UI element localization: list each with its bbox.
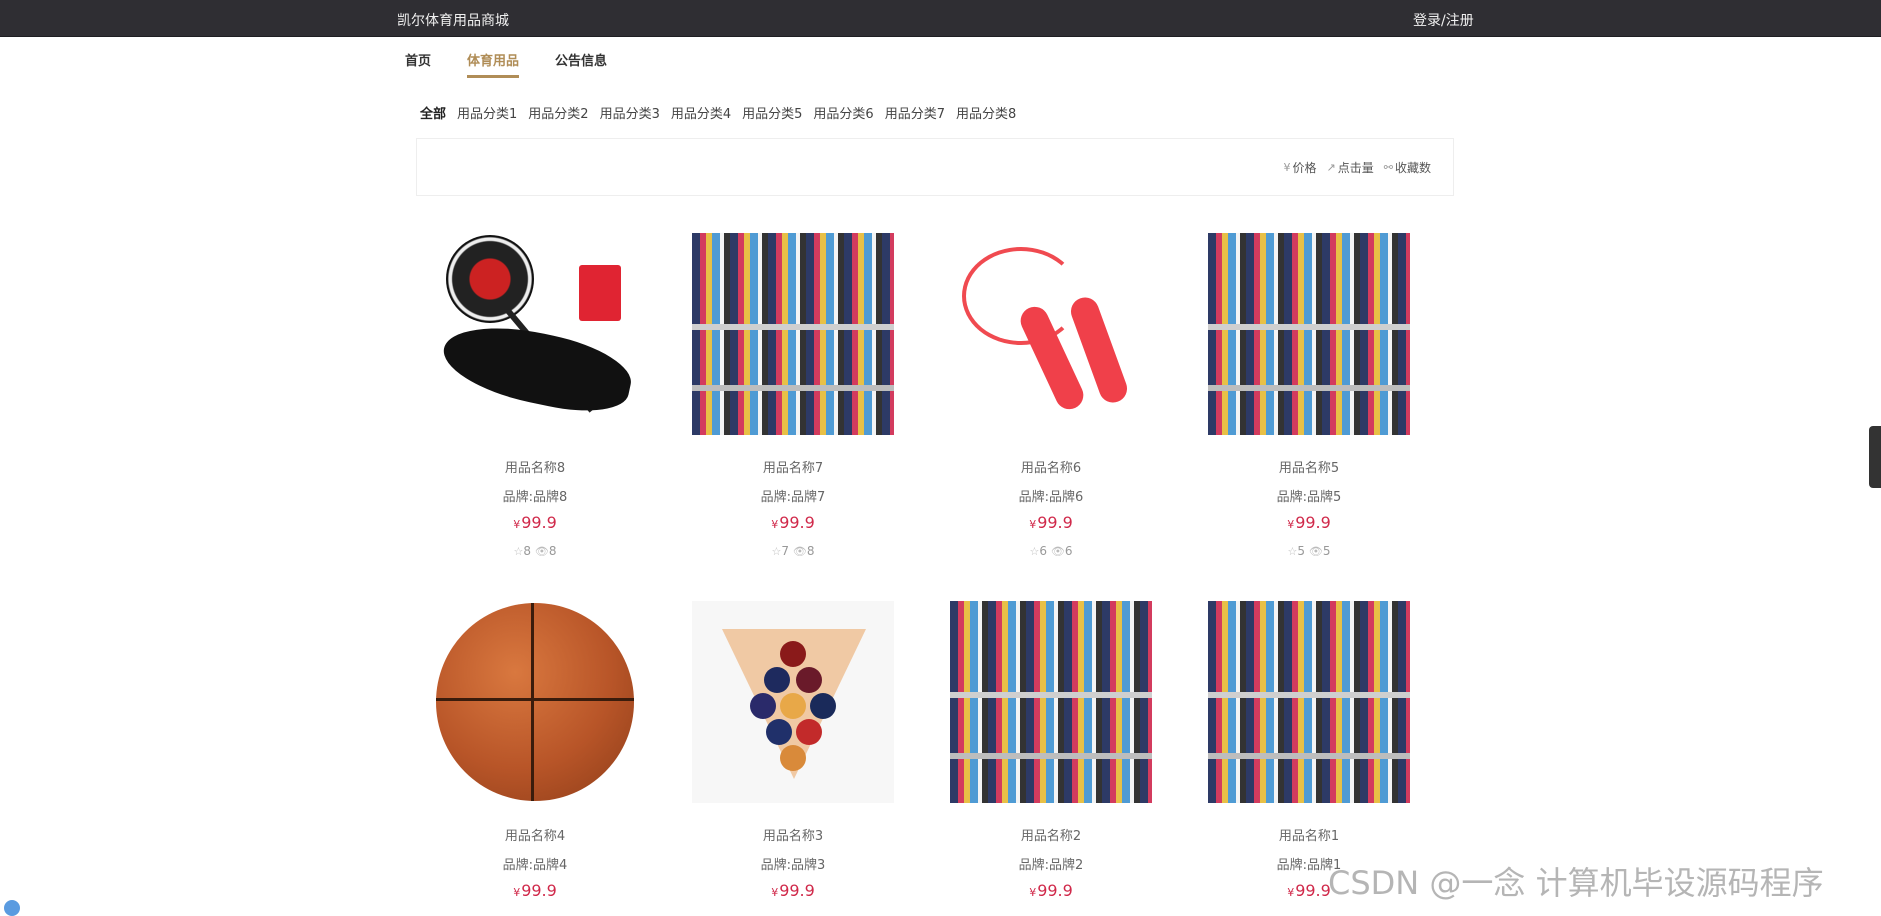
category-1[interactable]: 用品分类1 [457,103,517,122]
product-card[interactable]: 用品名称2 品牌:品牌2 ¥99.9 [946,601,1156,900]
product-card[interactable]: 用品名称7 品牌:品牌7 ¥99.9 ☆7 👁8 [688,233,898,558]
product-image-jump-rope[interactable] [950,233,1152,435]
product-price: ¥99.9 [1029,513,1073,532]
currency-symbol: ¥ [1287,886,1295,899]
login-register-link[interactable]: 登录/注册 [1413,10,1474,30]
nav-sports-goods[interactable]: 体育用品 [467,50,520,78]
category-4[interactable]: 用品分类4 [671,103,731,122]
currency-symbol: ¥ [771,886,779,899]
product-name[interactable]: 用品名称3 [688,825,898,844]
currency-symbol: ¥ [1029,886,1037,899]
product-card[interactable]: 用品名称1 品牌:品牌1 ¥99.9 [1204,601,1414,900]
product-brand: 品牌:品牌3 [760,858,826,873]
site-name[interactable]: 凯尔体育用品商城 [397,10,509,30]
product-card[interactable]: 用品名称3 品牌:品牌3 ¥99.9 [688,601,898,900]
sort-clicks[interactable]: ↗ 点击量 [1327,159,1374,176]
star-icon: ☆ [1029,545,1040,558]
product-stats: ☆5 👁5 [1287,544,1331,558]
product-name[interactable]: 用品名称8 [430,457,640,476]
product-brand: 品牌:品牌5 [1276,490,1342,505]
sort-clicks-label: 点击量 [1337,161,1374,175]
category-5[interactable]: 用品分类5 [742,103,802,122]
watermark-text: CSDN @一念 计算机毕设源码程序 [1328,864,1824,902]
product-image-shelf[interactable] [692,233,894,435]
category-3[interactable]: 用品分类3 [600,103,660,122]
product-price: ¥99.9 [1029,881,1073,900]
star-icon: ☆ [1287,545,1298,558]
eye-icon: 👁 [792,545,807,558]
main-nav: 首页 体育用品 公告信息 [405,50,643,78]
eye-icon: 👁 [1308,545,1323,558]
product-stats: ☆8 👁8 [513,544,557,558]
product-brand: 品牌:品牌6 [1018,490,1084,505]
category-all[interactable]: 全部 [420,103,446,122]
product-card[interactable]: 用品名称6 品牌:品牌6 ¥99.9 ☆6 👁6 [946,233,1156,558]
sort-favorites-label: 收藏数 [1394,161,1431,175]
product-card[interactable]: 用品名称4 品牌:品牌4 ¥99.9 [430,601,640,900]
sort-favorites[interactable]: ⚯ 收藏数 [1384,159,1431,176]
eye-icon: 👁 [534,545,549,558]
product-name[interactable]: 用品名称1 [1204,825,1414,844]
product-price: ¥99.9 [513,881,557,900]
currency-symbol: ¥ [771,518,779,531]
product-name[interactable]: 用品名称5 [1204,457,1414,476]
product-image-shelf[interactable] [950,601,1152,803]
product-name[interactable]: 用品名称6 [946,457,1156,476]
product-stats: ☆7 👁8 [771,544,815,558]
product-brand: 品牌:品牌2 [1018,858,1084,873]
currency-symbol: ¥ [1029,518,1037,531]
currency-symbol: ¥ [513,886,521,899]
product-price: ¥99.9 [771,881,815,900]
product-brand: 品牌:品牌8 [502,490,568,505]
currency-symbol: ¥ [1287,518,1295,531]
product-price: ¥99.9 [771,513,815,532]
trend-icon: ↗ [1326,161,1336,174]
product-name[interactable]: 用品名称2 [946,825,1156,844]
product-price: ¥99.9 [1287,513,1331,532]
currency-symbol: ¥ [513,518,521,531]
nav-announcements[interactable]: 公告信息 [555,50,607,78]
category-8[interactable]: 用品分类8 [956,103,1016,122]
product-stats: ☆6 👁6 [1029,544,1073,558]
nav-home[interactable]: 首页 [405,50,431,78]
product-brand: 品牌:品牌7 [760,490,826,505]
product-image-basketball[interactable] [434,601,636,803]
product-name[interactable]: 用品名称7 [688,457,898,476]
category-2[interactable]: 用品分类2 [528,103,588,122]
product-brand: 品牌:品牌4 [502,858,568,873]
category-6[interactable]: 用品分类6 [813,103,873,122]
category-7[interactable]: 用品分类7 [885,103,945,122]
category-filter: 全部 用品分类1 用品分类2 用品分类3 用品分类4 用品分类5 用品分类6 用… [420,103,1027,122]
product-card[interactable]: 用品名称8 品牌:品牌8 ¥99.9 ☆8 👁8 [430,233,640,558]
side-scroll-handle[interactable] [1869,426,1881,488]
product-image-shelf[interactable] [1208,601,1410,803]
top-bar: 凯尔体育用品商城 登录/注册 [0,0,1881,37]
product-image-billiards[interactable] [692,601,894,803]
chart-icon: ⚯ [1383,161,1393,174]
sort-bar: ¥ 价格 ↗ 点击量 ⚯ 收藏数 [416,138,1454,196]
star-icon: ☆ [513,545,524,558]
sort-price-label: 价格 [1292,161,1317,175]
product-image-shelf[interactable] [1208,233,1410,435]
product-price: ¥99.9 [513,513,557,532]
eye-icon: 👁 [1050,545,1065,558]
product-image-racket[interactable] [434,233,636,435]
product-card[interactable]: 用品名称5 品牌:品牌5 ¥99.9 ☆5 👁5 [1204,233,1414,558]
product-name[interactable]: 用品名称4 [430,825,640,844]
star-icon: ☆ [771,545,782,558]
corner-badge-icon [4,900,20,916]
sort-price[interactable]: ¥ 价格 [1284,159,1317,176]
yen-icon: ¥ [1283,161,1291,174]
